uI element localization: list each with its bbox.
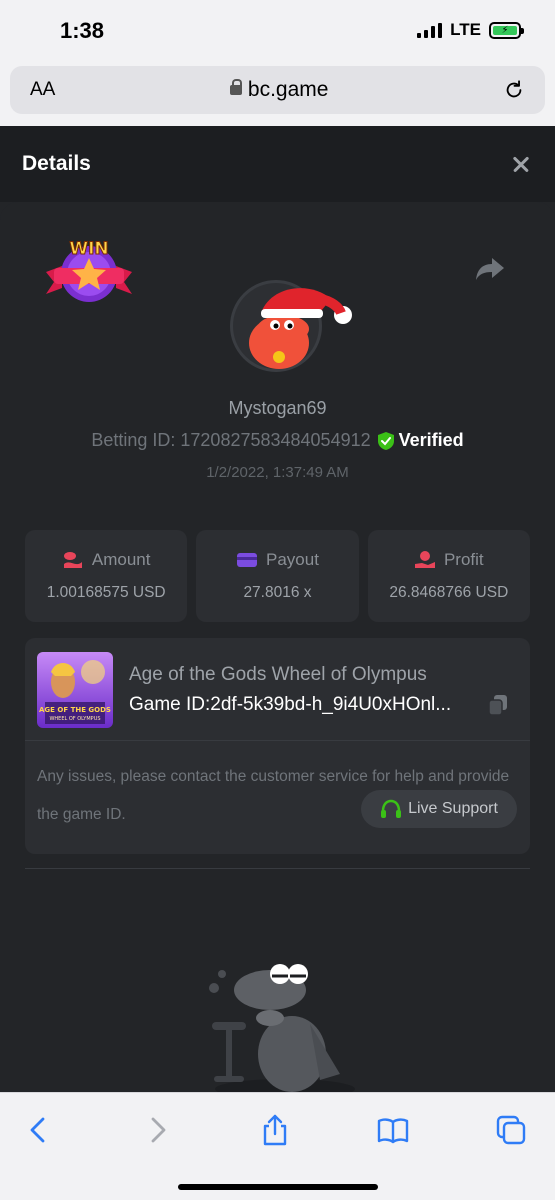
- bookmarks-icon[interactable]: [376, 1113, 410, 1147]
- betting-id-row: Betting ID: 1720827583484054912 Verified: [0, 430, 555, 451]
- coins-icon: [63, 552, 82, 568]
- live-support-label: Live Support: [408, 800, 498, 817]
- payout-label: Payout: [266, 550, 319, 569]
- reload-icon[interactable]: [503, 79, 525, 101]
- share-icon[interactable]: [474, 254, 506, 282]
- battery-icon: ⚡: [489, 21, 524, 39]
- close-button[interactable]: [509, 152, 533, 176]
- profit-label: Profit: [443, 550, 484, 569]
- amount-card: Amount 1.00168575 USD: [25, 530, 188, 622]
- details-header: Details: [0, 126, 555, 202]
- back-icon[interactable]: [22, 1113, 56, 1147]
- sleepy-mascot-icon: [209, 964, 355, 1094]
- url-display[interactable]: bc.game: [229, 78, 329, 102]
- page-title: Details: [22, 152, 91, 175]
- shield-check-icon: [377, 431, 394, 450]
- payout-card: Payout 27.8016 x: [196, 530, 359, 622]
- username: Mystogan69: [228, 398, 327, 418]
- amount-label: Amount: [91, 550, 151, 569]
- game-thumbnail[interactable]: AGE OF THE GODS WHEEL OF OLYMPUS: [37, 652, 113, 728]
- payout-value: 27.8016 x: [243, 584, 312, 601]
- forward-icon[interactable]: [140, 1113, 174, 1147]
- profit-card: Profit 26.8468766 USD: [367, 530, 530, 622]
- url-bar[interactable]: AA bc.game: [10, 66, 545, 114]
- share-sheet-icon[interactable]: [258, 1113, 292, 1147]
- network-label: LTE: [450, 20, 481, 39]
- divider: [25, 868, 530, 869]
- bet-timestamp: 1/2/2022, 1:37:49 AM: [206, 464, 349, 481]
- browser-toolbar: [0, 1092, 555, 1200]
- status-indicators: LTE ⚡: [417, 20, 524, 40]
- tabs-icon[interactable]: [494, 1113, 528, 1147]
- verified-label: Verified: [398, 430, 464, 450]
- stats-row: Amount 1.00168575 USD Payout 27.8016 x P…: [25, 530, 530, 622]
- profit-value: 26.8468766 USD: [389, 584, 509, 601]
- betting-id: Betting ID: 1720827583484054912: [91, 430, 371, 450]
- game-id: Game ID:2df-5k39bd-h_9i4U0xHOnl...: [129, 694, 452, 715]
- url-text: bc.game: [247, 78, 329, 101]
- home-indicator: [178, 1184, 378, 1190]
- mascot-avatar-icon: [249, 288, 352, 369]
- amount-value: 1.00168575 USD: [46, 584, 166, 601]
- divider: [25, 740, 530, 741]
- copy-icon[interactable]: [487, 694, 509, 716]
- hand-coin-icon: [414, 551, 435, 568]
- headset-icon: [381, 799, 402, 818]
- bet-details-panel: WIN Mystogan69 Betting ID: 1720827583484…: [0, 202, 555, 1094]
- lock-icon: [229, 79, 242, 99]
- signal-icon: [417, 22, 443, 38]
- game-artwork-icon: AGE OF THE GODS WHEEL OF OLYMPUS: [37, 652, 113, 728]
- game-card: AGE OF THE GODS WHEEL OF OLYMPUS Age of …: [25, 638, 530, 854]
- svg-text:WHEEL OF OLYMPUS: WHEEL OF OLYMPUS: [49, 716, 100, 722]
- win-badge-icon: WIN: [46, 239, 132, 302]
- live-support-button[interactable]: Live Support: [361, 790, 517, 828]
- status-time: 1:38: [60, 18, 105, 43]
- svg-text:AGE OF THE GODS: AGE OF THE GODS: [39, 706, 111, 714]
- card-icon: [237, 553, 258, 567]
- text-size-button[interactable]: AA: [30, 79, 55, 101]
- svg-text:WIN: WIN: [69, 239, 108, 259]
- verified-badge: Verified: [377, 430, 464, 451]
- game-name: Age of the Gods Wheel of Olympus: [129, 664, 427, 685]
- avatar: [230, 280, 352, 372]
- browser-chrome: 1:38 LTE ⚡ AA bc.game: [0, 0, 555, 126]
